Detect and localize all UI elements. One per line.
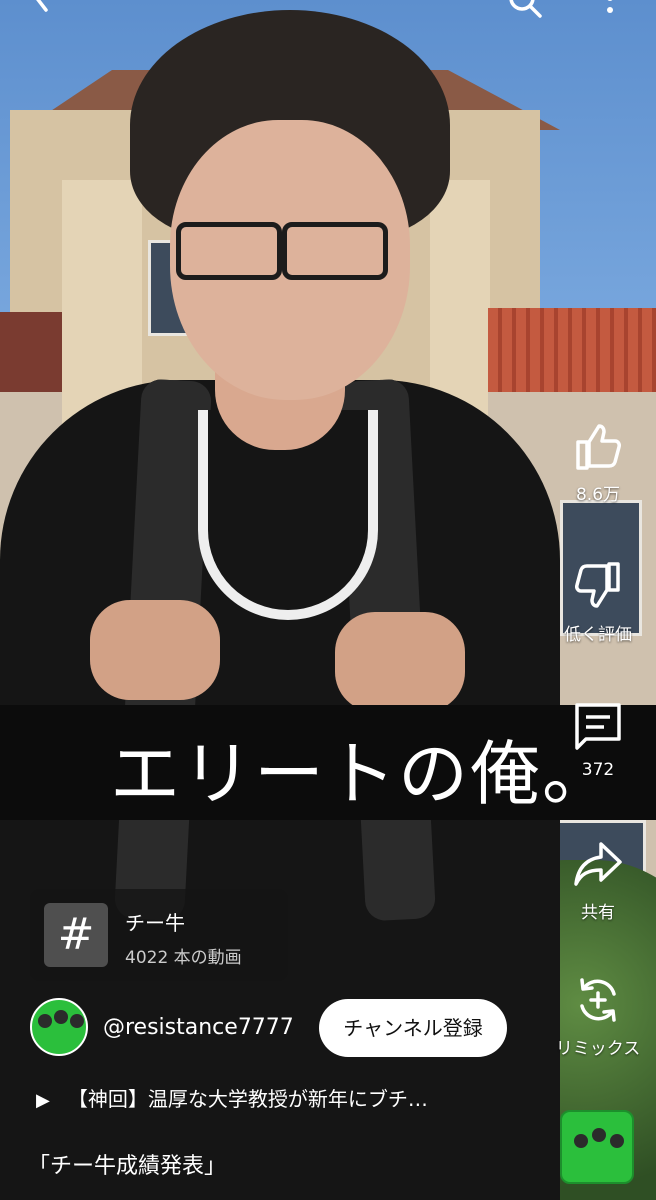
comment-count: 372	[581, 760, 615, 780]
avatar-face	[54, 1010, 68, 1024]
like-count: 8.6万	[575, 485, 621, 505]
dislike-label: 低く評価	[564, 625, 632, 645]
chevron-left-icon[interactable]	[26, 0, 56, 20]
remix-button[interactable]: リミックス	[543, 974, 653, 1059]
comments-button[interactable]: 372	[543, 700, 653, 780]
like-button[interactable]: 8.6万	[543, 420, 653, 505]
red-tile-roof-right	[488, 308, 656, 392]
play-icon: ▶	[36, 1090, 50, 1111]
related-video-link[interactable]: ▶ 【神回】温厚な大学教授が新年にブチ…	[36, 1083, 428, 1112]
search-icon[interactable]	[506, 0, 546, 18]
avatar-face	[70, 1014, 84, 1028]
channel-handle[interactable]: @resistance7777	[103, 1015, 294, 1040]
remix-icon	[543, 974, 653, 1026]
hashtag-card[interactable]: # チー牛 4022 本の動画	[30, 889, 288, 981]
thumb-face	[574, 1134, 588, 1148]
video-title[interactable]: 「チー牛成績発表」	[28, 1148, 226, 1180]
subscribe-button[interactable]: チャンネル登録	[319, 999, 507, 1057]
thumb-face	[610, 1134, 624, 1148]
related-video-title: 【神回】温厚な大学教授が新年にブチ…	[67, 1087, 428, 1111]
video-overlay-caption: エリートの俺。	[110, 733, 614, 815]
more-vert-icon[interactable]	[600, 0, 620, 18]
hashtag-video-count: 4022 本の動画	[125, 948, 242, 968]
share-button[interactable]: 共有	[543, 838, 653, 923]
glasses-lens-left	[176, 222, 282, 280]
share-label: 共有	[581, 903, 615, 923]
hashtag-icon: #	[44, 903, 108, 967]
sound-thumbnail[interactable]	[560, 1110, 634, 1184]
remix-label: リミックス	[555, 1039, 641, 1059]
thumb-face	[592, 1128, 606, 1142]
dislike-button[interactable]: 低く評価	[543, 560, 653, 645]
share-icon	[543, 838, 653, 890]
hashtag-name: チー牛	[125, 911, 185, 935]
hand-right	[335, 612, 465, 712]
red-tile-roof-left	[0, 312, 62, 392]
comment-icon	[543, 700, 653, 752]
avatar-face	[38, 1014, 52, 1028]
glasses-lens-right	[282, 222, 388, 280]
hand-left	[90, 600, 220, 700]
channel-avatar[interactable]	[30, 998, 88, 1056]
thumbs-down-icon	[543, 560, 653, 612]
thumbs-up-icon	[543, 420, 653, 472]
